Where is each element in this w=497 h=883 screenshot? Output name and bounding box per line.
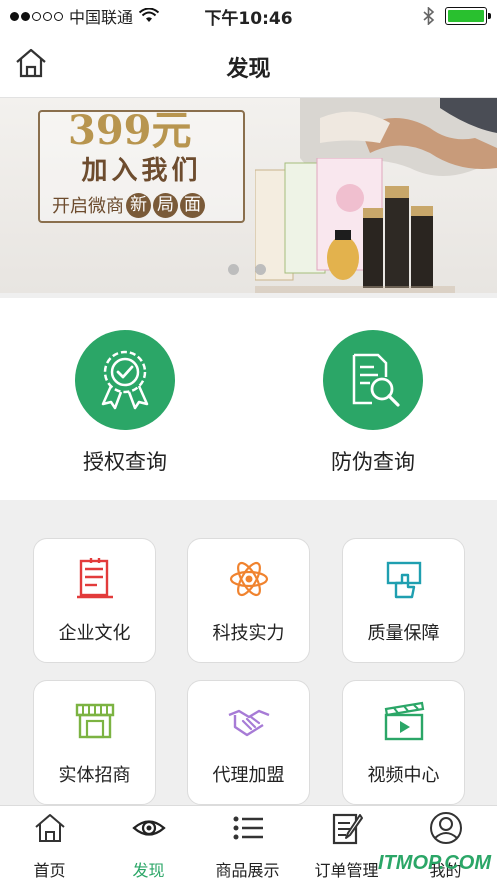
promo-headline: 加入我们: [81, 156, 202, 186]
tile-agency-franchise[interactable]: 代理加盟: [187, 680, 310, 805]
handshake-icon: [228, 709, 269, 737]
tile-corporate-culture[interactable]: 企业文化: [33, 538, 156, 663]
tab-discover[interactable]: 发现: [99, 806, 198, 883]
tab-label: 首页: [33, 861, 66, 880]
status-bar: 中国联通 下午10:46: [0, 0, 497, 32]
anti-counterfeit-query-button[interactable]: 防伪查询: [298, 330, 448, 476]
tab-products[interactable]: 商品展示: [198, 806, 297, 883]
user-icon: [429, 812, 462, 844]
query-label: 防伪查询: [331, 450, 415, 474]
quality-icon: [386, 561, 421, 599]
promo-box: 399元 加入我们 开启微商 新 局 面: [38, 107, 245, 223]
tile-technology[interactable]: 科技实力: [187, 538, 310, 663]
promo-badge-1: 新: [126, 192, 151, 218]
tile-label: 实体招商: [58, 765, 131, 786]
promo-badge-2: 局: [153, 192, 178, 218]
promo-badge-3: 面: [180, 192, 205, 218]
tile-label: 代理加盟: [212, 765, 285, 786]
battery-icon: [445, 7, 491, 25]
bluetooth-icon: [423, 7, 435, 25]
culture-icon: [76, 558, 113, 599]
promo-banner[interactable]: 399元 加入我们 开启微商 新 局 面: [0, 98, 497, 293]
page-title: 发现: [226, 57, 271, 82]
wifi-icon: [139, 8, 160, 22]
site-watermark: ITMOP.COM: [378, 852, 491, 874]
product-photo: [255, 158, 455, 293]
atom-icon: [229, 561, 268, 597]
promo-subtitle-text: 开启微商: [52, 196, 124, 217]
navigation-bar: 发现: [0, 32, 497, 98]
query-panel: 授权查询 防伪查询: [0, 298, 497, 500]
eye-icon: [131, 820, 166, 836]
tile-label: 科技实力: [212, 623, 285, 644]
query-label: 授权查询: [83, 450, 167, 474]
tile-quality-assurance[interactable]: 质量保障: [342, 538, 465, 663]
tab-label: 商品展示: [215, 861, 280, 880]
list-icon: [233, 816, 263, 840]
tile-label: 企业文化: [58, 623, 131, 644]
carousel-indicator[interactable]: [228, 264, 266, 275]
tab-home[interactable]: 首页: [0, 806, 99, 883]
promo-subtitle: 开启微商 新 局 面: [52, 192, 205, 218]
home-icon: [34, 814, 65, 842]
tab-bar: 首页 发现 商品展示 订单管理 我的 ITMOP.COM: [0, 805, 497, 883]
query-icon-circle: [75, 330, 175, 430]
feature-grid: 企业文化 科技实力 质量保障 实体招商 代理加盟 视频中心: [0, 508, 497, 805]
query-icon-circle: [323, 330, 423, 430]
authorization-query-button[interactable]: 授权查询: [50, 330, 200, 476]
document-search-icon: [352, 353, 400, 407]
order-icon: [332, 813, 363, 845]
carrier-name: 中国联通: [69, 8, 134, 27]
tile-video-center[interactable]: 视频中心: [342, 680, 465, 805]
video-icon: [384, 701, 424, 741]
promo-price: 399元: [68, 107, 192, 154]
carousel-dot[interactable]: [255, 264, 266, 275]
status-time: 下午10:46: [204, 8, 293, 29]
store-icon: [75, 703, 114, 739]
tile-label: 视频中心: [367, 765, 440, 786]
tile-label: 质量保障: [367, 623, 440, 644]
signal-strength-icon: [10, 11, 63, 21]
certificate-icon: [101, 350, 149, 410]
tile-physical-store[interactable]: 实体招商: [33, 680, 156, 805]
carousel-dot[interactable]: [228, 264, 239, 275]
tab-label: 发现: [132, 861, 165, 880]
